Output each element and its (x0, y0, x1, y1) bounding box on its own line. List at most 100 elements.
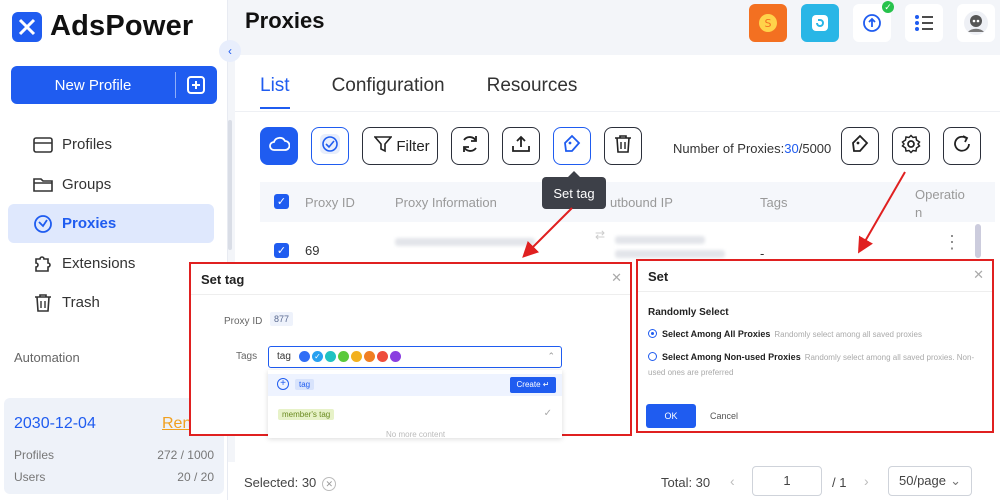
close-icon[interactable]: ✕ (973, 267, 984, 283)
tag-manage-button[interactable] (841, 127, 879, 165)
close-icon[interactable]: ✕ (611, 270, 622, 286)
svg-text:S: S (765, 17, 772, 30)
create-tag-button[interactable]: Create ↵ (510, 377, 556, 393)
sidebar-item-trash[interactable]: Trash (8, 283, 214, 322)
task-list-icon[interactable] (905, 4, 943, 42)
tab-configuration[interactable]: Configuration (332, 75, 445, 109)
trash-icon (614, 134, 632, 158)
filter-button[interactable]: Filter (362, 127, 438, 165)
folder-icon (32, 173, 54, 195)
color-swatch[interactable] (390, 351, 401, 362)
check-circle-icon (319, 133, 341, 159)
column-operation: Operatio n (915, 187, 965, 220)
settings-button[interactable] (892, 127, 930, 165)
table-scrollbar[interactable] (975, 224, 981, 258)
color-swatch[interactable]: ✓ (312, 351, 323, 362)
page-number-input[interactable]: 1 (752, 466, 822, 496)
new-profile-label: New Profile (54, 76, 132, 94)
color-swatch[interactable] (299, 351, 310, 362)
sidebar-item-label: Proxies (62, 215, 117, 232)
prev-page-icon[interactable]: ‹ (730, 473, 735, 489)
tab-list[interactable]: List (260, 75, 290, 109)
automation-section[interactable]: Automation (14, 350, 80, 365)
coin-app-icon[interactable]: S (749, 4, 787, 42)
avatar[interactable] (957, 4, 995, 42)
proxy-toolbar: Filter (260, 127, 655, 165)
option-label: Select Among All Proxies (662, 329, 771, 339)
selected-count-label: Selected: 30 (244, 475, 317, 490)
new-tag-row[interactable]: + tag Create ↵ (268, 374, 562, 396)
plan-profiles-value: 272 / 1000 (157, 448, 214, 462)
plan-users-label: Users (14, 470, 46, 484)
row-checkbox[interactable]: ✓ (274, 243, 289, 258)
sidebar-item-extensions[interactable]: Extensions (8, 244, 214, 283)
set-tag-dialog: Set tag ✕ Proxy ID 877 Tags tag ✓ ⌃ + ta… (189, 262, 632, 439)
tag-icon (562, 134, 582, 158)
sidebar-scrollbar[interactable] (228, 120, 232, 250)
cancel-button[interactable]: Cancel (710, 411, 738, 421)
column-proxy-information[interactable]: Proxy Information (395, 195, 497, 210)
trash-icon (32, 292, 54, 314)
refresh-check-button[interactable] (451, 127, 489, 165)
existing-tag-chip[interactable]: member's tag (278, 409, 335, 420)
color-swatch[interactable] (338, 351, 349, 362)
select-all-checkbox[interactable]: ✓ (274, 194, 289, 209)
cloud-button[interactable] (260, 127, 298, 165)
column-tags[interactable]: Tags (760, 195, 787, 210)
reload-button[interactable] (943, 127, 981, 165)
set-dialog: Set ✕ Randomly Select Select Among All P… (636, 259, 994, 433)
export-button[interactable] (502, 127, 540, 165)
option-label: Select Among Non-used Proxies (662, 352, 801, 362)
tag-color-picker[interactable]: ✓ (299, 351, 403, 362)
collapse-sidebar-button[interactable]: ‹ (219, 40, 241, 62)
next-page-icon[interactable]: › (864, 473, 869, 489)
swap-icon: ⇄ (595, 228, 606, 242)
check-proxy-button[interactable] (311, 127, 349, 165)
color-swatch[interactable] (325, 351, 336, 362)
sidebar-item-proxies[interactable]: Proxies (8, 204, 214, 243)
tag-dropdown: + tag Create ↵ member's tag ✓ No more co… (268, 370, 562, 439)
update-icon[interactable]: ✓ (853, 1, 894, 42)
tab-resources[interactable]: Resources (487, 75, 578, 109)
tag-input[interactable]: tag ✓ ⌃ (268, 346, 562, 368)
page-size-select[interactable]: 50/page ⌄ (888, 466, 972, 496)
page-title: Proxies (245, 8, 325, 33)
set-tag-button[interactable] (553, 127, 591, 165)
set-tag-tooltip: Set tag (542, 171, 606, 209)
more-options-icon[interactable]: ⋮ (943, 233, 961, 251)
sidebar-item-label: Profiles (62, 136, 113, 153)
plan-users-value: 20 / 20 (177, 470, 214, 484)
add-tag-icon[interactable]: + (277, 378, 289, 390)
puzzle-icon (32, 252, 54, 274)
column-proxy-id[interactable]: Proxy ID (305, 195, 355, 210)
color-swatch[interactable] (364, 351, 375, 362)
proxy-id-value: 877 (270, 312, 294, 326)
sidebar-item-label: Extensions (62, 254, 136, 272)
sidebar-item-groups[interactable]: Groups (8, 165, 214, 204)
divider (191, 294, 630, 295)
proxy-id-label: Proxy ID (224, 316, 263, 327)
radio-unselected[interactable] (648, 352, 657, 361)
proxy-count-current: 30 (784, 141, 799, 156)
clear-selection-icon[interactable]: ✕ (322, 477, 337, 491)
new-profile-button[interactable]: New Profile (11, 66, 217, 104)
proxy-icon (32, 213, 54, 235)
sidebar-item-profiles[interactable]: Profiles (8, 125, 214, 164)
renew-link[interactable]: Ren (162, 415, 191, 433)
chevron-up-icon: ⌃ (547, 351, 555, 361)
sync-app-icon[interactable] (801, 4, 839, 42)
column-outbound-ip[interactable]: utbound IP (610, 195, 673, 210)
app-name: AdsPower (50, 10, 194, 42)
filter-icon (373, 135, 394, 157)
ok-button[interactable]: OK (646, 404, 696, 428)
color-swatch[interactable] (377, 351, 388, 362)
option-all-proxies[interactable]: Select Among All Proxies Randomly select … (648, 329, 988, 339)
option-non-used-proxies[interactable]: Select Among Non-used Proxies Randomly se… (648, 350, 988, 380)
radio-selected[interactable] (648, 329, 657, 338)
delete-button[interactable] (604, 127, 642, 165)
row-proxy-id: 69 (305, 243, 320, 258)
plan-profiles-label: Profiles (14, 448, 55, 462)
color-swatch[interactable] (351, 351, 362, 362)
add-profile-icon[interactable] (176, 76, 216, 94)
page-total: / 1 (832, 475, 847, 490)
